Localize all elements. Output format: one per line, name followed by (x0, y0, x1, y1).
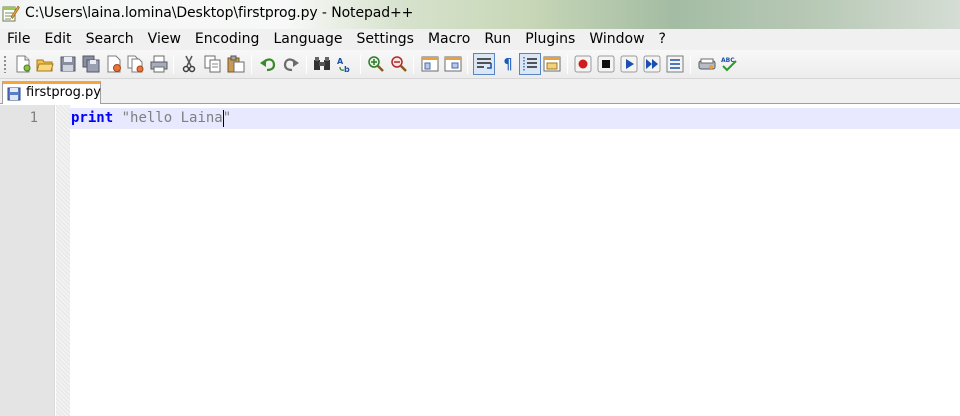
play-macro-icon[interactable] (620, 55, 638, 73)
fold-margin[interactable] (56, 105, 70, 416)
print-icon[interactable] (150, 55, 168, 73)
code-line[interactable]: print "hello Laina" (71, 110, 231, 127)
keyword-token: print (71, 110, 114, 126)
toolbar-separator (306, 55, 307, 74)
replace-icon[interactable]: A b (336, 55, 354, 73)
menu-settings[interactable]: Settings (350, 29, 421, 50)
show-all-characters-icon[interactable]: ¶ (499, 55, 517, 73)
word-wrap-icon[interactable] (475, 55, 493, 73)
indent-guide-icon[interactable] (521, 55, 539, 73)
language-panel-icon[interactable] (543, 55, 561, 73)
toolbar-grip[interactable] (3, 55, 7, 73)
open-file-icon[interactable] (36, 55, 54, 73)
line-number-gutter[interactable]: 1 (0, 105, 55, 416)
menu-language[interactable]: Language (266, 29, 349, 50)
save-icon[interactable] (59, 55, 77, 73)
svg-text:A: A (337, 57, 344, 66)
window-title: C:\Users\laina.lomina\Desktop\firstprog.… (25, 5, 414, 21)
save-all-icon[interactable] (82, 55, 100, 73)
editor[interactable]: 1 print "hello Laina" (0, 105, 960, 416)
tab-firstprog[interactable]: firstprog.py (2, 81, 101, 104)
menu-plugins[interactable]: Plugins (518, 29, 582, 50)
toolbar-separator (251, 55, 252, 74)
line-number: 1 (29, 110, 38, 126)
redo-icon[interactable] (282, 55, 300, 73)
menu-run[interactable]: Run (477, 29, 518, 50)
string-token-end: " (222, 110, 232, 126)
copy-icon[interactable] (204, 55, 222, 73)
svg-text:b: b (344, 65, 350, 73)
run-icon[interactable] (698, 55, 716, 73)
toolbar-separator (467, 55, 468, 74)
save-macro-icon[interactable] (666, 55, 684, 73)
title-bar[interactable]: C:\Users\laina.lomina\Desktop\firstprog.… (0, 0, 960, 29)
run-macro-multiple-icon[interactable] (643, 55, 661, 73)
menu-help[interactable]: ? (652, 29, 673, 50)
cut-icon[interactable] (180, 55, 198, 73)
zoom-in-icon[interactable] (367, 55, 385, 73)
toolbar: A b ¶ ABC (0, 50, 960, 79)
menu-macro[interactable]: Macro (421, 29, 477, 50)
menu-file[interactable]: File (0, 29, 37, 50)
toolbar-separator (567, 55, 568, 74)
stop-recording-icon[interactable] (597, 55, 615, 73)
menu-search[interactable]: Search (79, 29, 141, 50)
tab-label: firstprog.py (26, 85, 101, 100)
string-token: "hello Laina (121, 110, 223, 126)
menu-window[interactable]: Window (582, 29, 651, 50)
notepadpp-icon (2, 5, 20, 22)
zoom-out-icon[interactable] (390, 55, 408, 73)
new-file-icon[interactable] (14, 55, 32, 73)
record-macro-icon[interactable] (574, 55, 592, 73)
menu-encoding[interactable]: Encoding (188, 29, 267, 50)
undo-icon[interactable] (259, 55, 277, 73)
menu-edit[interactable]: Edit (37, 29, 78, 50)
menu-bar: File Edit Search View Encoding Language … (0, 29, 960, 50)
find-icon[interactable] (313, 55, 331, 73)
toolbar-separator (413, 55, 414, 74)
paste-icon[interactable] (227, 55, 245, 73)
sync-horizontal-icon[interactable] (444, 55, 462, 73)
toolbar-separator (173, 55, 174, 74)
spell-check-icon[interactable]: ABC (720, 55, 738, 73)
menu-view[interactable]: View (141, 29, 188, 50)
close-all-icon[interactable] (127, 55, 145, 73)
tab-bar: firstprog.py (0, 79, 960, 104)
toolbar-separator (360, 55, 361, 74)
close-icon[interactable] (105, 55, 123, 73)
toolbar-separator (690, 55, 691, 74)
sync-vertical-icon[interactable] (421, 55, 439, 73)
file-saved-icon (7, 87, 21, 101)
